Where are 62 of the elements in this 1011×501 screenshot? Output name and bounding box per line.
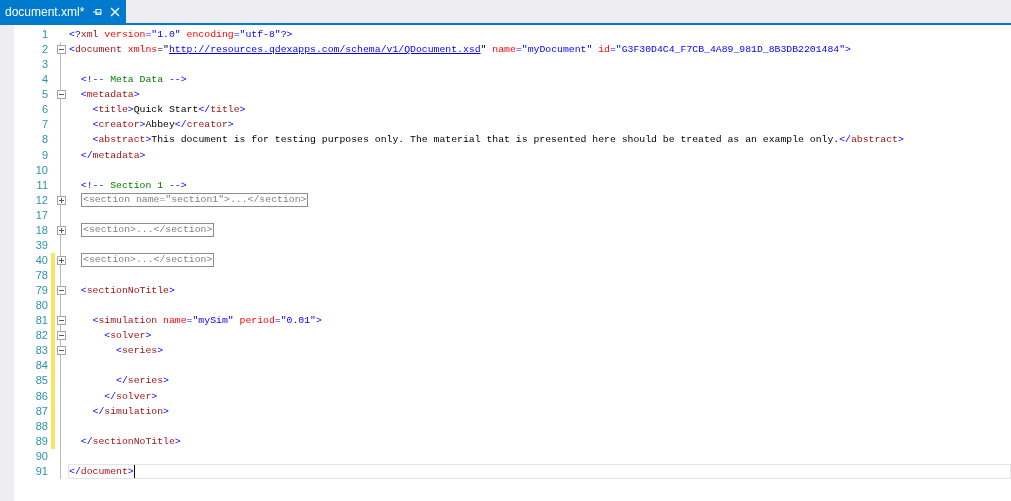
collapse-icon[interactable] xyxy=(57,90,66,100)
line-number: 2 xyxy=(40,42,48,58)
line-number: 9 xyxy=(40,147,48,163)
pin-icon[interactable] xyxy=(93,7,104,16)
code-line: <document xmlns="http://resources.qdexapps.com/schema/v1/QDocument.xsd" name="myDocument" id="G3F30D4C4_F7CB_4A89_981D_8B3DB2201484"> xyxy=(69,43,851,57)
line-number: 18 xyxy=(34,222,48,238)
collapse-icon[interactable] xyxy=(57,346,66,356)
line-number: 91 xyxy=(34,463,48,479)
code-line: </simulation> xyxy=(91,404,169,418)
line-number: 78 xyxy=(34,268,48,283)
line-number: 80 xyxy=(34,298,48,314)
collapse-icon[interactable] xyxy=(57,331,66,341)
code-line: <title>Quick Start</title> xyxy=(91,103,246,117)
code-line: <creator>Abbey</creator> xyxy=(91,118,234,132)
code-line: <series> xyxy=(115,344,164,358)
code-line: </sectionNoTitle> xyxy=(79,434,181,448)
line-number: 88 xyxy=(34,418,48,434)
code-line: <simulation name="mySim" period="0.01"> xyxy=(91,314,322,328)
line-number: 90 xyxy=(34,448,48,464)
line-number: 85 xyxy=(34,373,48,389)
line-number: 87 xyxy=(34,403,48,419)
line-number: 83 xyxy=(34,343,48,359)
line-number: 12 xyxy=(34,192,48,208)
code-line: <?xml version="1.0" encoding="utf-8"?> xyxy=(69,28,293,42)
line-number: 10 xyxy=(34,162,48,178)
code-line: <abstract>This document is for testing purposes only. The material that is presented here should be treated as an example only.</abstract> xyxy=(91,133,904,147)
code-line: </series> xyxy=(115,374,169,388)
line-number: 6 xyxy=(40,102,48,118)
code-line: <!-- Meta Data --> xyxy=(79,73,187,87)
collapse-icon[interactable] xyxy=(57,316,66,326)
line-number: 17 xyxy=(34,207,48,223)
line-number: 79 xyxy=(34,283,48,299)
line-number: 40 xyxy=(34,252,48,268)
line-number: 84 xyxy=(34,358,48,374)
close-icon[interactable] xyxy=(110,6,121,17)
code-line: </solver> xyxy=(103,389,158,403)
tab-title: document.xml* xyxy=(5,4,85,19)
line-number: 7 xyxy=(40,117,48,133)
code-line: <sectionNoTitle> xyxy=(79,284,175,298)
code-line: <!-- Section 1 --> xyxy=(79,178,187,192)
expand-icon[interactable] xyxy=(57,255,66,265)
line-number: 82 xyxy=(34,328,48,344)
code-line: <solver> xyxy=(103,329,152,343)
line-number: 86 xyxy=(34,388,48,404)
collapse-icon[interactable] xyxy=(57,45,66,55)
code-line: </metadata> xyxy=(79,148,146,162)
text-cursor xyxy=(133,464,135,478)
line-number: 11 xyxy=(35,177,48,193)
expand-icon[interactable] xyxy=(57,225,66,235)
expand-icon[interactable] xyxy=(57,195,66,205)
line-number: 81 xyxy=(34,313,48,329)
document-tab[interactable]: document.xml* xyxy=(0,0,127,23)
code-line: </document> xyxy=(69,464,134,478)
line-number: 8 xyxy=(40,132,48,148)
line-number: 89 xyxy=(34,433,48,449)
line-number: 5 xyxy=(40,87,48,103)
collapse-icon[interactable] xyxy=(57,286,66,296)
line-number: 39 xyxy=(34,237,48,253)
line-number: 3 xyxy=(40,57,48,73)
line-number: 4 xyxy=(40,72,48,88)
line-number: 1 xyxy=(40,27,48,42)
code-line: <metadata> xyxy=(79,88,140,102)
